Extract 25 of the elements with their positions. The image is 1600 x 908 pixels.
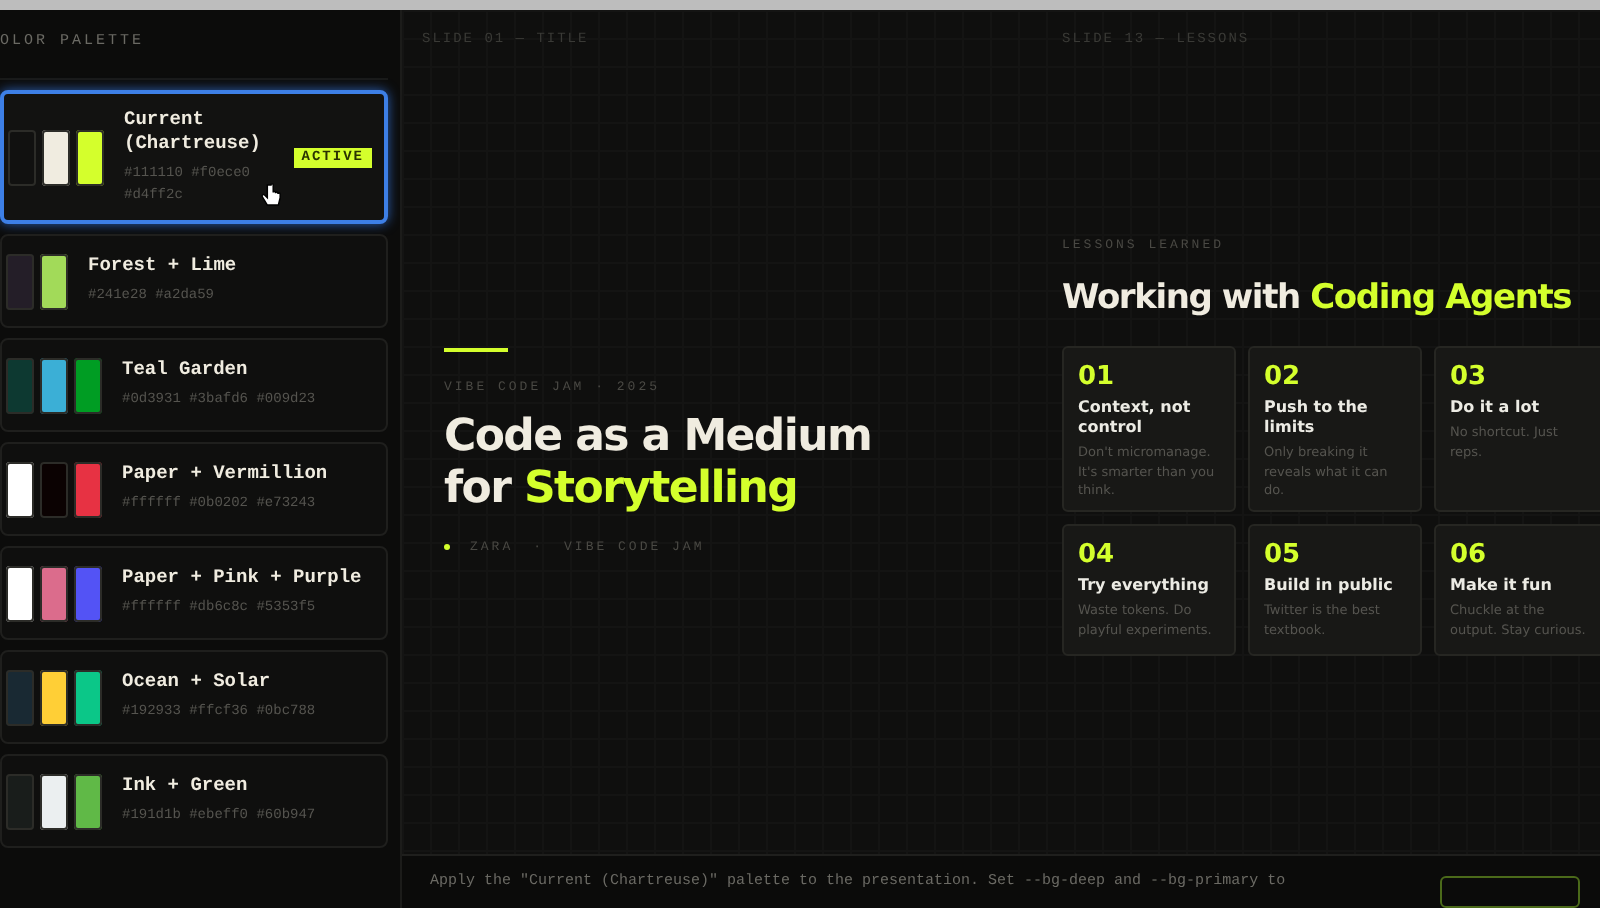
lesson-title: Try everything: [1078, 576, 1211, 596]
lesson-number: 03: [1450, 362, 1489, 392]
accent-rule: [444, 348, 508, 352]
palette-name: Teal Garden: [122, 358, 248, 382]
palette-name: Paper + Pink + Purple: [122, 566, 362, 590]
lesson-title: Make it fun: [1450, 576, 1554, 596]
bullet-dot-icon: [444, 544, 450, 550]
slide-title: Working with Coding Agents: [1062, 278, 1574, 318]
palette-name: Ink + Green: [122, 774, 248, 798]
lesson-number: 05: [1264, 540, 1303, 570]
lesson-title: Build in public: [1264, 576, 1395, 596]
lesson-number: 01: [1078, 362, 1117, 392]
lesson-number: 06: [1450, 540, 1489, 570]
palette-name: Ocean + Solar: [122, 670, 271, 694]
lesson-number: 04: [1078, 540, 1117, 570]
send-button[interactable]: [1440, 876, 1580, 908]
hand-cursor-icon: [260, 182, 282, 208]
lesson-number: 02: [1264, 362, 1303, 392]
palette-name: Current (Chartreuse): [124, 107, 263, 155]
lesson-title: Do it a lot: [1450, 398, 1542, 418]
palette-name: Paper + Vermillion: [122, 462, 328, 486]
slide-title: Code as a Medium for Storytelling: [444, 412, 874, 516]
palette-name: Forest + Lime: [88, 254, 237, 278]
lesson-title: Context, not control: [1078, 398, 1193, 438]
lesson-title: Push to the limits: [1264, 398, 1370, 438]
